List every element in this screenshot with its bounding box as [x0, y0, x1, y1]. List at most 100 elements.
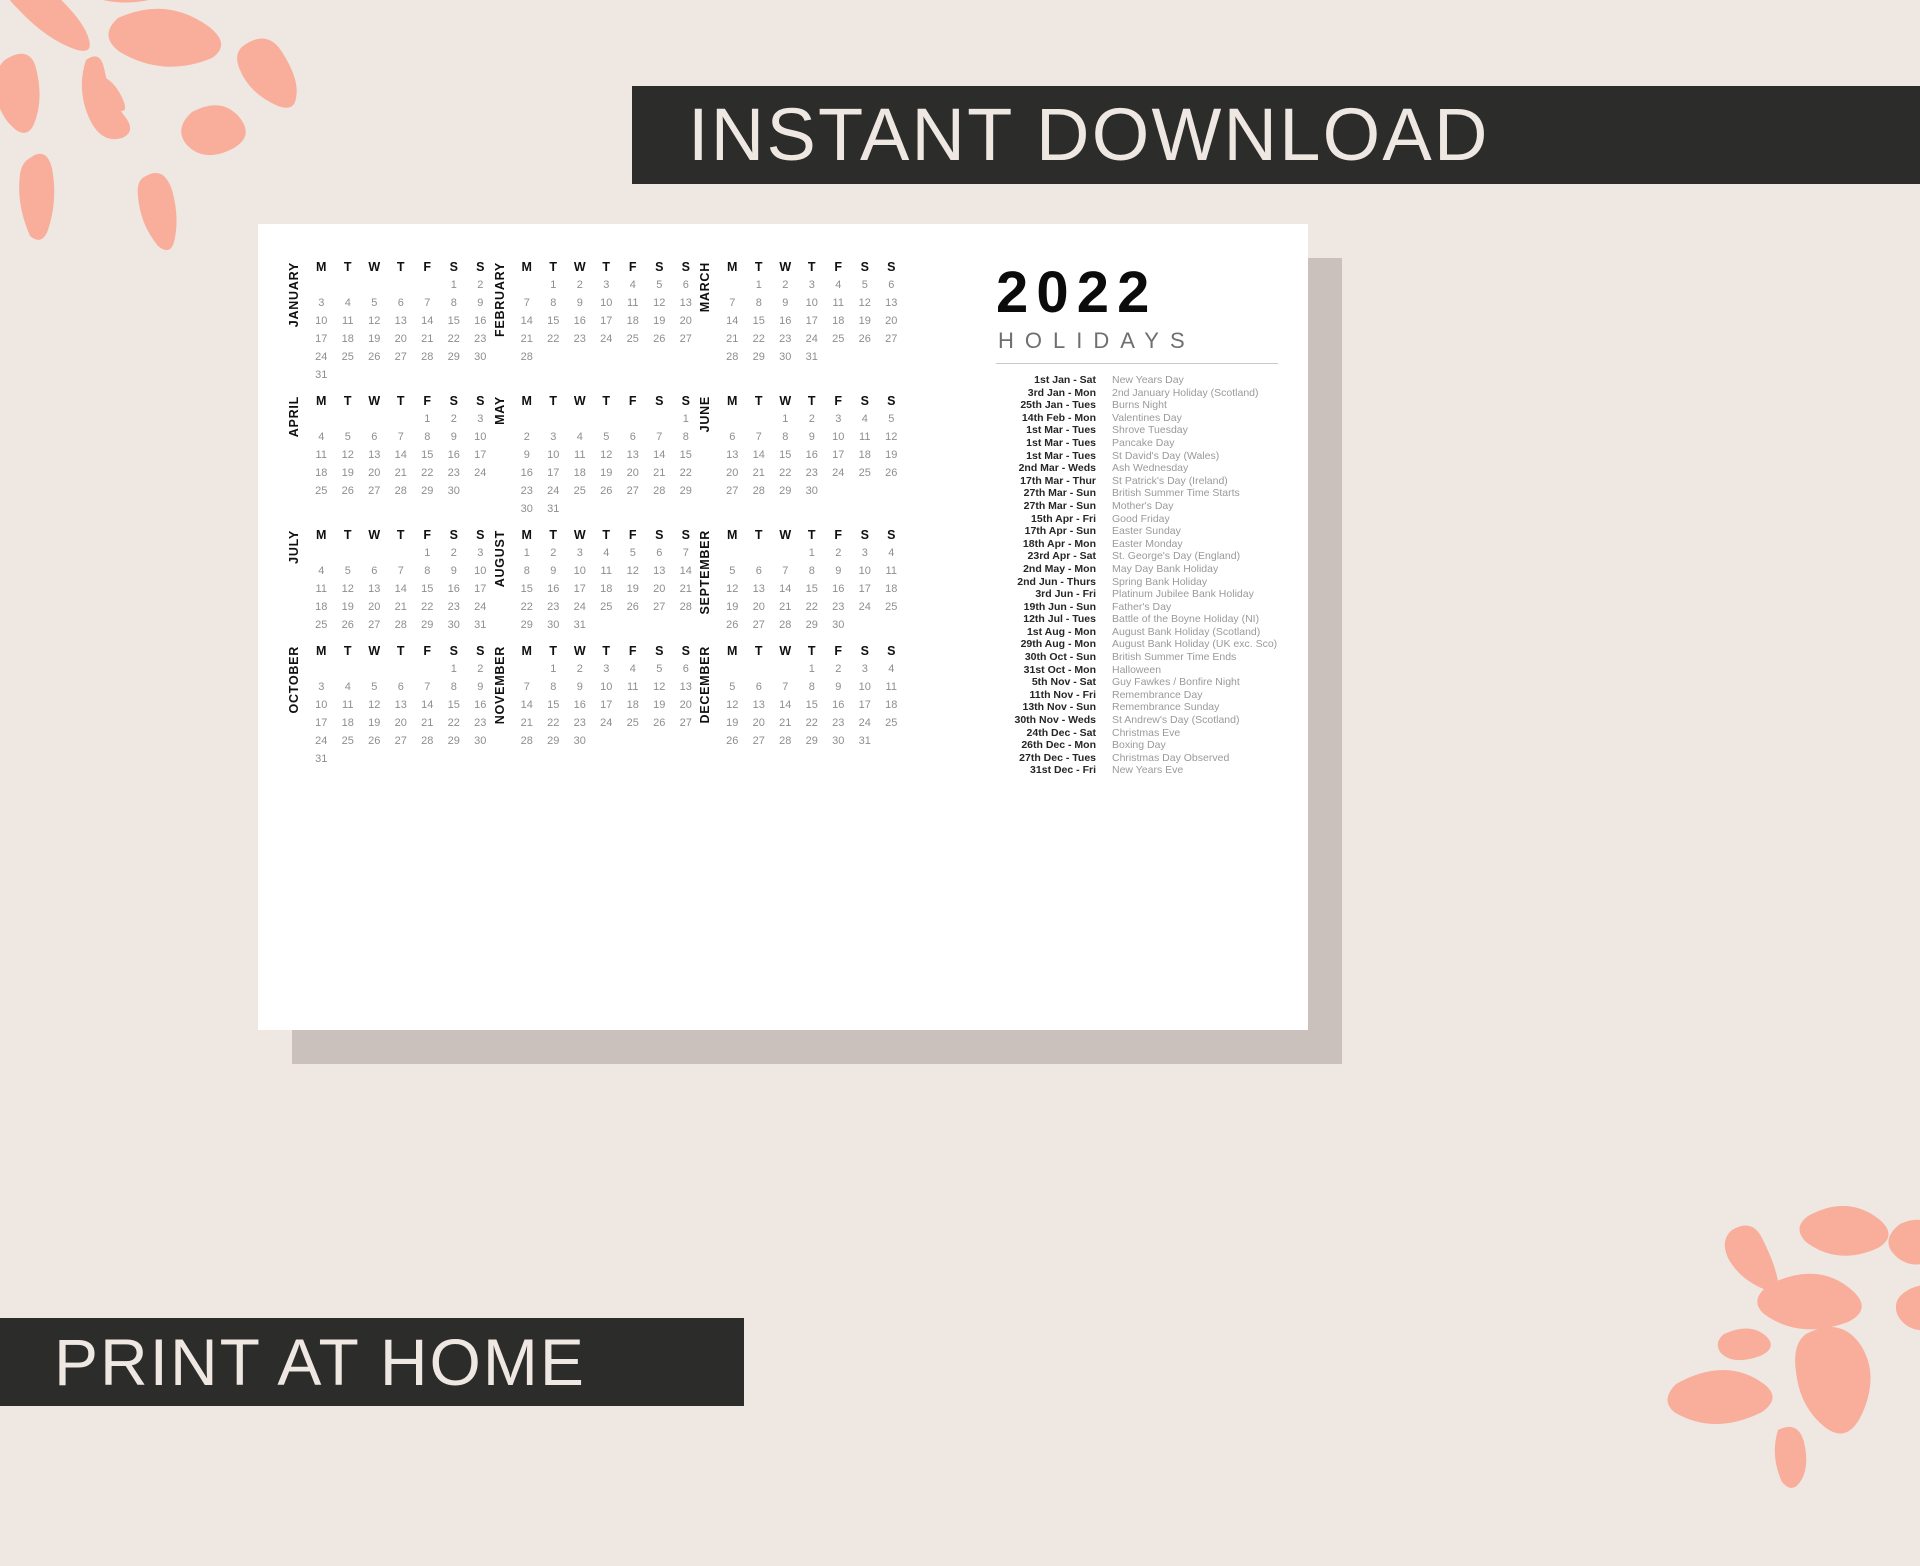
weekday-header: W [573, 528, 586, 542]
day-cell: 15 [805, 583, 818, 595]
day-cell: 18 [626, 315, 639, 327]
weekday-header: S [681, 644, 690, 658]
day-cell: 22 [447, 333, 460, 345]
weekday-header: T [343, 394, 352, 408]
day-cell: 14 [394, 583, 407, 595]
day-cell: 5 [371, 297, 378, 309]
holiday-name: Battle of the Boyne Holiday (NI) [1112, 613, 1260, 626]
holiday-row: 17th Mar - Thur St Patrick's Day (Ireland… [990, 475, 1282, 488]
day-cell: 21 [520, 717, 533, 729]
holiday-name: Valentines Day [1112, 411, 1182, 424]
day-cell: 23 [832, 717, 845, 729]
month-name-label: MARCH [698, 262, 712, 313]
month-row: APRIL M T W T F S S 1 2 3 4 5 6 7 8 9 10 11 12 13 14 15 16 17 18 1… [287, 392, 976, 518]
weekday-header: T [343, 644, 352, 658]
day-cell: 24 [600, 333, 613, 345]
day-cell: 19 [341, 467, 354, 479]
day-cell: 25 [885, 717, 898, 729]
day-cell: 16 [474, 699, 487, 711]
day-cell: 12 [653, 681, 666, 693]
holiday-row: 1st Aug - Mon August Bank Holiday (Scotla… [990, 626, 1282, 639]
weekday-header: S [655, 394, 664, 408]
day-cell: 8 [682, 431, 689, 443]
day-cell: 12 [341, 583, 354, 595]
month-block-january: JANUARY M T W T F S S 1 2 3 4 5 6 7 8 9 10 11 12 13 14 15 16 17 1… [287, 258, 494, 384]
holiday-name: August Bank Holiday (UK exc. Sco) [1112, 638, 1278, 651]
day-cell: 9 [835, 565, 842, 577]
day-cell: 9 [477, 297, 484, 309]
weekday-header: S [860, 260, 869, 274]
weekday-header: F [423, 644, 432, 658]
weekday-header: S [887, 260, 896, 274]
holiday-date: 2nd Jun - Thurs [1017, 575, 1096, 588]
holiday-name: St Andrew's Day (Scotland) [1112, 714, 1240, 727]
holiday-row: 27th Mar - Sun British Summer Time Starts [990, 487, 1282, 500]
holiday-row: 23rd Apr - Sat St. George's Day (England) [990, 550, 1282, 563]
holiday-row: 3rd Jan - Mon 2nd January Holiday (Scotla… [990, 387, 1282, 400]
day-cell: 10 [474, 431, 487, 443]
day-cell: 16 [573, 699, 586, 711]
weekday-header: T [549, 644, 558, 658]
weekday-header: M [316, 644, 327, 658]
weekday-header: S [655, 260, 664, 274]
day-cell: 31 [315, 369, 328, 381]
day-cell-empty [620, 410, 647, 428]
day-cell-empty [335, 660, 362, 678]
day-cell-empty [388, 276, 415, 294]
day-cell: 5 [603, 431, 610, 443]
day-cell: 27 [679, 333, 692, 345]
holiday-row: 27th Mar - Sun Mother's Day [990, 500, 1282, 513]
holiday-name: St Patrick's Day (Ireland) [1112, 474, 1228, 487]
day-cell: 17 [474, 583, 487, 595]
day-cell: 14 [421, 315, 434, 327]
day-cell: 11 [574, 449, 586, 461]
day-cell: 15 [447, 699, 460, 711]
day-cell: 20 [653, 583, 666, 595]
holiday-row: 31st Oct - Mon Halloween [990, 664, 1282, 677]
day-cell: 18 [858, 449, 871, 461]
weekday-header: S [449, 528, 458, 542]
day-cell-empty [335, 544, 362, 562]
day-cell: 27 [394, 351, 407, 363]
weekday-header: M [316, 260, 327, 274]
day-cell: 6 [656, 547, 663, 559]
month-block-september: SEPTEMBER M T W T F S S 1 2 3 4 5 6 7 8 9 10 11 12 13 14 15 16 1… [698, 526, 905, 634]
day-cell: 4 [888, 663, 895, 675]
day-cell: 28 [679, 601, 692, 613]
day-cell-empty [514, 276, 541, 294]
month-name-label: NOVEMBER [492, 646, 507, 725]
holiday-name: British Summer Time Starts [1112, 487, 1240, 500]
day-cell: 16 [447, 583, 460, 595]
holiday-row: 1st Mar - Tues Shrove Tuesday [990, 424, 1282, 437]
day-cell-empty [335, 410, 362, 428]
day-cell: 13 [679, 681, 692, 693]
weekday-header: M [316, 528, 327, 542]
weekday-header: W [368, 528, 381, 542]
weekday-header: W [779, 528, 792, 542]
day-cell: 17 [547, 467, 560, 479]
day-cell: 20 [679, 315, 692, 327]
day-cell: 6 [729, 431, 736, 443]
day-cell: 13 [368, 449, 381, 461]
month-block-april: APRIL M T W T F S S 1 2 3 4 5 6 7 8 9 10 11 12 13 14 15 16 17 18 1… [287, 392, 494, 518]
month-block-july: JULY M T W T F S S 1 2 3 4 5 6 7 8 9 10 11 12 13 14 15 16 17 18 19… [287, 526, 494, 634]
day-cell: 16 [832, 699, 845, 711]
day-cell: 18 [832, 315, 845, 327]
day-cell: 3 [861, 547, 868, 559]
day-cell: 10 [858, 565, 871, 577]
day-cell: 12 [858, 297, 871, 309]
day-cell: 15 [752, 315, 765, 327]
day-cell: 11 [342, 315, 354, 327]
day-cell: 4 [888, 547, 895, 559]
month-grid: M T W T F S S 1 2 3 4 5 6 7 8 9 10 11 12 13 14 15 16 17 18 19 20 21… [308, 642, 494, 768]
day-cell: 6 [755, 681, 762, 693]
holiday-row: 11th Nov - Fri Remembrance Day [990, 689, 1282, 702]
holiday-name: 2nd January Holiday (Scotland) [1112, 386, 1259, 399]
day-cell: 29 [520, 619, 533, 631]
day-cell: 18 [573, 467, 586, 479]
weekday-header: W [573, 260, 586, 274]
day-cell: 30 [805, 485, 818, 497]
day-cell-empty [361, 276, 388, 294]
day-cell: 19 [368, 717, 381, 729]
day-cell: 17 [315, 333, 328, 345]
